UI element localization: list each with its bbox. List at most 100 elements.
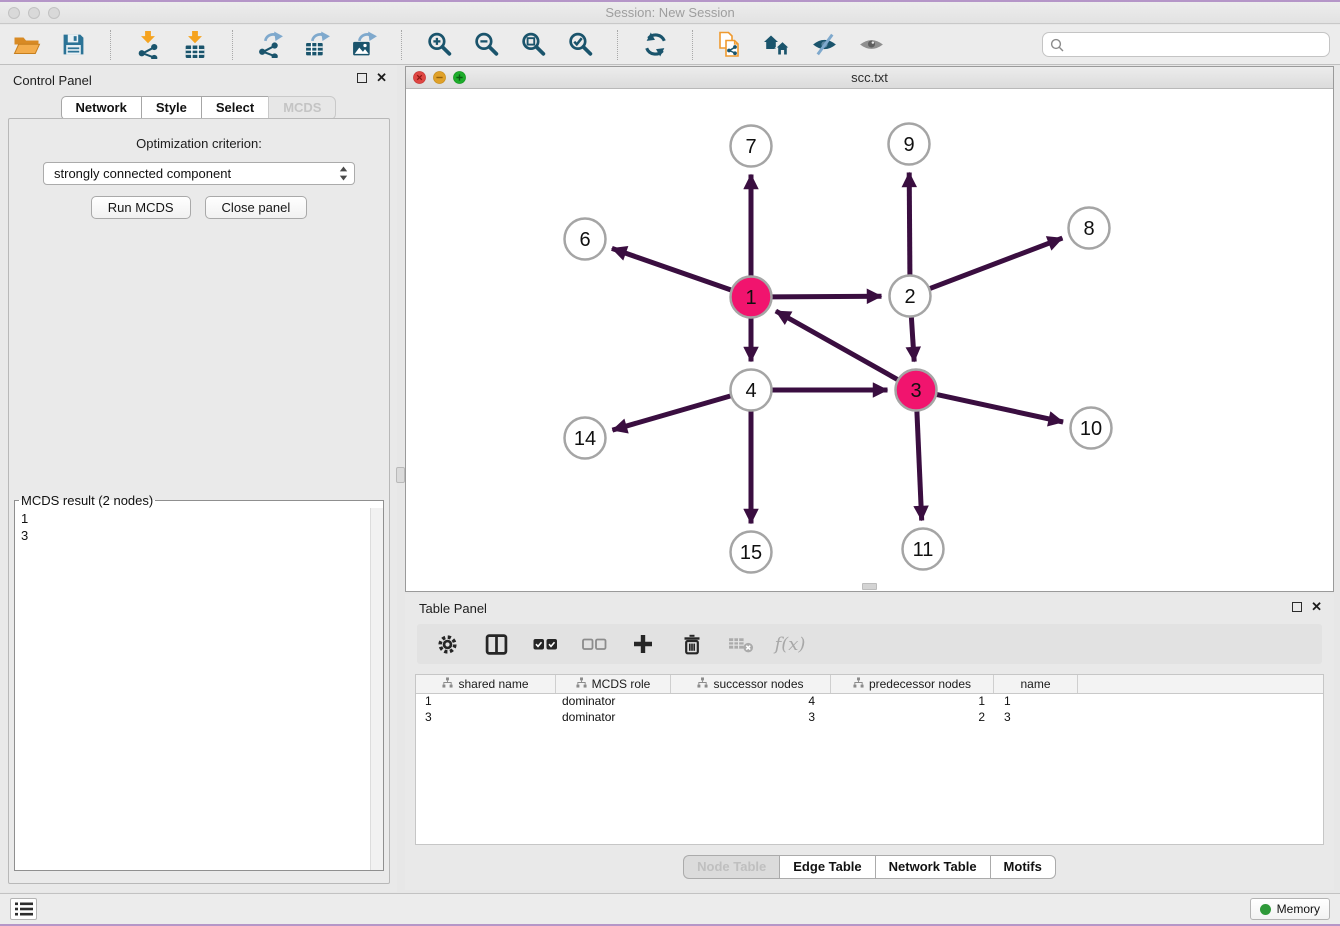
function-builder-icon[interactable]: f(x) — [774, 629, 806, 659]
export-image-icon[interactable] — [348, 29, 380, 61]
apply-layout-icon[interactable] — [639, 29, 671, 61]
table-settings-icon[interactable] — [431, 629, 463, 659]
table-cell[interactable]: 4 — [671, 694, 831, 710]
attribute-icon — [442, 677, 453, 691]
node-label-1: 1 — [745, 287, 756, 309]
search-icon — [1050, 38, 1064, 52]
column-header[interactable]: predecessor nodes — [831, 675, 994, 693]
table-cell[interactable]: dominator — [556, 694, 671, 710]
memory-button[interactable]: Memory — [1250, 898, 1330, 920]
show-graphics-details-icon[interactable] — [855, 29, 887, 61]
tab-node-table[interactable]: Node Table — [683, 855, 779, 879]
run-mcds-button[interactable]: Run MCDS — [91, 196, 191, 219]
tab-network[interactable]: Network — [61, 96, 141, 120]
float-panel-icon[interactable] — [357, 73, 367, 83]
table-cell[interactable]: dominator — [556, 710, 671, 726]
panel-divider-handle[interactable] — [396, 467, 405, 483]
mcds-result-box: MCDS result (2 nodes) 1 3 — [14, 493, 384, 871]
edge-3-11[interactable] — [917, 412, 922, 521]
edge-2-9[interactable] — [909, 173, 910, 275]
table-body: 1dominator4113dominator323 — [416, 694, 1323, 726]
edge-1-6[interactable] — [612, 248, 731, 290]
table-header-row: shared name MCDS role successor nodes prede… — [416, 675, 1323, 694]
column-header[interactable]: MCDS role — [556, 675, 671, 693]
home-networks-icon[interactable] — [761, 29, 793, 61]
search-input[interactable] — [1069, 38, 1322, 52]
table-cell[interactable]: 3 — [994, 710, 1078, 726]
maximize-window-icon[interactable] — [48, 7, 60, 19]
edge-4-14[interactable] — [612, 396, 730, 430]
tab-motifs[interactable]: Motifs — [990, 855, 1056, 879]
save-session-icon[interactable] — [57, 29, 89, 61]
export-network-icon[interactable] — [254, 29, 286, 61]
import-network-icon[interactable] — [132, 29, 164, 61]
table-cell[interactable]: 3 — [671, 710, 831, 726]
delete-table-icon[interactable] — [725, 629, 757, 659]
toolbar-separator — [401, 30, 402, 60]
app-traffic-lights[interactable] — [8, 7, 60, 19]
tab-select[interactable]: Select — [201, 96, 268, 120]
network-maximize-icon[interactable] — [453, 71, 466, 89]
edge-2-8[interactable] — [930, 238, 1062, 288]
network-from-selection-icon[interactable] — [714, 29, 746, 61]
zoom-in-icon[interactable] — [423, 29, 455, 61]
result-item[interactable]: 3 — [21, 527, 364, 544]
open-session-icon[interactable] — [10, 29, 42, 61]
hide-graphics-details-icon[interactable] — [808, 29, 840, 61]
split-view-icon[interactable] — [480, 629, 512, 659]
table-cell[interactable]: 1 — [416, 694, 556, 710]
result-item[interactable]: 1 — [21, 510, 364, 527]
edge-2-3[interactable] — [911, 318, 914, 362]
selected-option: strongly connected component — [54, 166, 231, 181]
minimize-window-icon[interactable] — [28, 7, 40, 19]
mcds-result-list[interactable]: 1 3 — [15, 508, 370, 870]
table-toolbar: f(x) — [417, 624, 1322, 664]
table-cell[interactable]: 2 — [831, 710, 994, 726]
network-title: scc.txt — [406, 67, 1333, 89]
control-panel-title: Control Panel — [13, 73, 92, 88]
float-table-panel-icon[interactable] — [1292, 602, 1302, 612]
table-cell[interactable]: 3 — [416, 710, 556, 726]
toolbar-separator — [232, 30, 233, 60]
column-label: MCDS role — [592, 677, 651, 691]
column-header[interactable]: shared name — [416, 675, 556, 693]
export-table-icon[interactable] — [301, 29, 333, 61]
network-minimize-icon[interactable] — [433, 71, 446, 89]
zoom-fit-icon[interactable] — [517, 29, 549, 61]
edge-3-1[interactable] — [776, 311, 898, 379]
select-all-columns-icon[interactable] — [529, 629, 561, 659]
network-canvas[interactable]: 1234678910111415 — [406, 89, 1333, 591]
edge-3-10[interactable] — [937, 395, 1063, 422]
optimization-criterion-label: Optimization criterion: — [9, 136, 389, 151]
column-label: predecessor nodes — [869, 677, 971, 691]
tab-network-table[interactable]: Network Table — [875, 855, 990, 879]
add-column-icon[interactable] — [627, 629, 659, 659]
search-box[interactable] — [1042, 32, 1330, 57]
tab-mcds[interactable]: MCDS — [268, 96, 336, 120]
column-label: shared name — [458, 677, 528, 691]
zoom-out-icon[interactable] — [470, 29, 502, 61]
unselect-all-columns-icon[interactable] — [578, 629, 610, 659]
network-close-icon[interactable] — [413, 71, 426, 89]
tab-style[interactable]: Style — [141, 96, 201, 120]
close-window-icon[interactable] — [8, 7, 20, 19]
canvas-grip[interactable] — [862, 583, 877, 590]
table-tabs: Node Table Edge Table Network Table Moti… — [405, 855, 1334, 879]
import-table-icon[interactable] — [179, 29, 211, 61]
zoom-selected-icon[interactable] — [564, 29, 596, 61]
task-list-button[interactable] — [10, 898, 37, 920]
table-row[interactable]: 3dominator323 — [416, 710, 1323, 726]
column-header[interactable]: successor nodes — [671, 675, 831, 693]
table-cell[interactable]: 1 — [831, 694, 994, 710]
delete-columns-icon[interactable] — [676, 629, 708, 659]
table-row[interactable]: 1dominator411 — [416, 694, 1323, 710]
close-table-panel-icon[interactable]: ✕ — [1311, 602, 1322, 612]
result-scrollbar[interactable] — [370, 508, 383, 870]
tab-edge-table[interactable]: Edge Table — [779, 855, 874, 879]
table-cell[interactable]: 1 — [994, 694, 1078, 710]
close-panel-button[interactable]: Close panel — [205, 196, 308, 219]
optimization-criterion-select[interactable]: strongly connected component — [43, 162, 355, 185]
close-panel-icon[interactable]: ✕ — [376, 73, 387, 83]
edge-1-2[interactable] — [773, 296, 882, 297]
column-header[interactable]: name — [994, 675, 1078, 693]
